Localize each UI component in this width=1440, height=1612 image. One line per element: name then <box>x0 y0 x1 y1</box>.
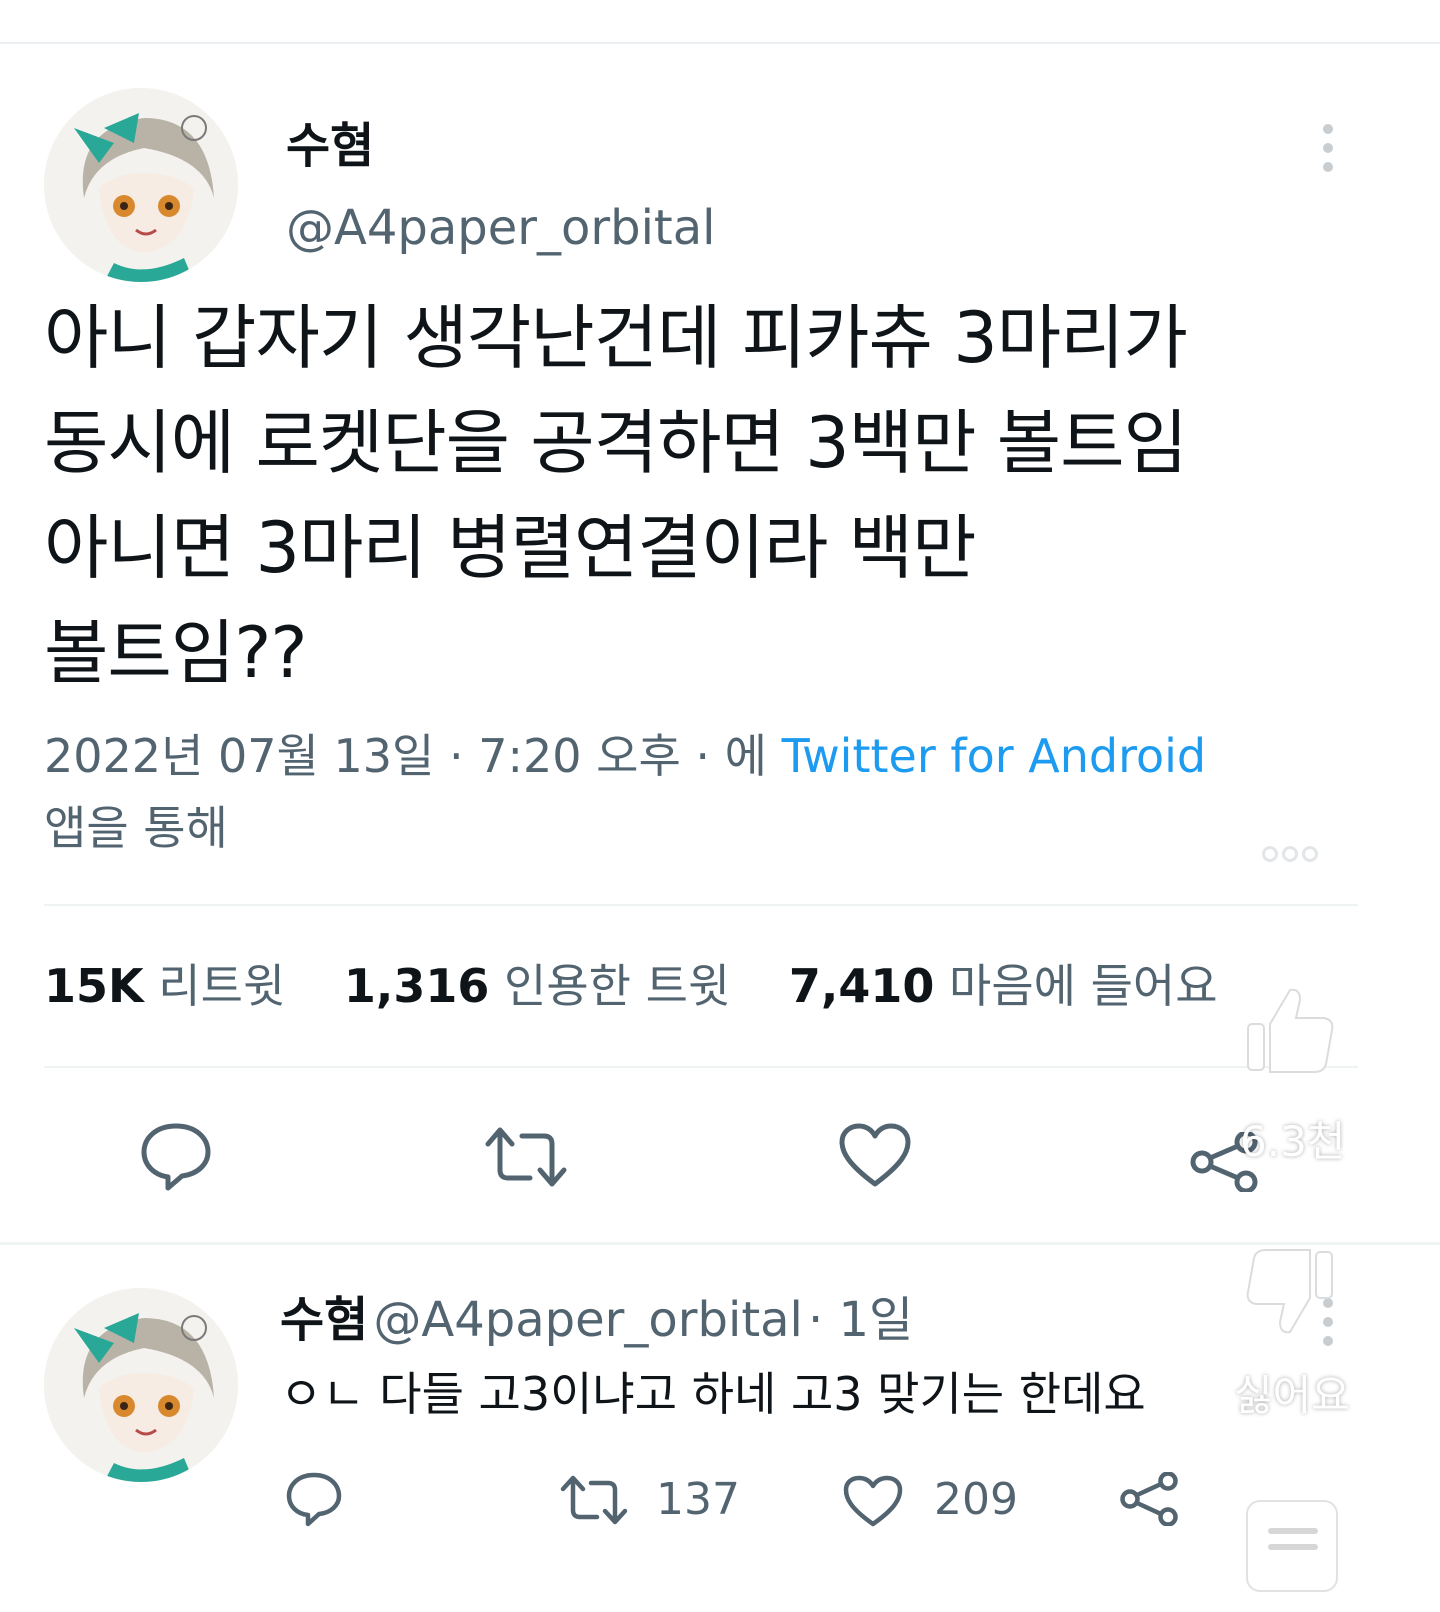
reply-header: 수혐 @A4paper_orbital · 1일 <box>280 1292 913 1348</box>
reply-divider <box>0 1242 1440 1245</box>
user-handle[interactable]: @A4paper_orbital <box>286 200 715 256</box>
tweet-meta: 2022년 07월 13일 · 7:20 오후 · 에 Twitter for … <box>44 720 1344 864</box>
menu-icon <box>1268 1528 1318 1550</box>
reply-time: · 1일 <box>807 1292 914 1348</box>
source-link[interactable]: Twitter for Android <box>782 729 1207 783</box>
stats-divider-bottom <box>44 1066 1358 1068</box>
overlay-menu-button[interactable] <box>1246 1500 1338 1592</box>
retweet-count[interactable]: 15K <box>44 959 144 1013</box>
like-label[interactable]: 마음에 들어요 <box>949 959 1218 1013</box>
timestamp: 2022년 07월 13일 · 7:20 오후 · 에 <box>44 729 767 783</box>
thumbs-up-icon[interactable] <box>1244 984 1336 1076</box>
more-dots-icon <box>1262 846 1322 866</box>
more-options-icon[interactable] <box>1322 124 1334 172</box>
thumbs-down-icon[interactable] <box>1244 1246 1336 1338</box>
reply-retweet-icon[interactable] <box>560 1474 628 1526</box>
retweet-icon[interactable] <box>484 1126 568 1188</box>
retweet-label[interactable]: 리트윗 <box>158 959 285 1013</box>
reply-like-icon[interactable] <box>842 1474 904 1528</box>
stats-divider-top <box>44 904 1358 906</box>
top-divider <box>0 42 1440 44</box>
like-count[interactable]: 7,410 <box>789 959 935 1013</box>
source-suffix: 앱을 통해 <box>44 801 228 855</box>
reply-reply-icon[interactable] <box>284 1470 344 1528</box>
avatar[interactable] <box>44 88 238 282</box>
reply-text: ㅇㄴ 다들 고3이냐고 하네 고3 맞기는 한데요 <box>280 1367 1146 1421</box>
overlay-like-count: 6.3천 <box>1240 1117 1346 1166</box>
avatar-illustration <box>44 1288 238 1482</box>
reply-display-name[interactable]: 수혐 <box>280 1292 368 1348</box>
display-name[interactable]: 수혐 <box>286 118 374 174</box>
tweet-text: 아니 갑자기 생각난건데 피카츄 3마리가 동시에 로켓단을 공격하면 3백만 … <box>44 297 1188 694</box>
like-icon[interactable] <box>838 1122 912 1188</box>
overlay-dislike-label[interactable]: 싫어요 <box>1234 1362 1350 1423</box>
reply-icon[interactable] <box>138 1120 214 1192</box>
reply-avatar[interactable] <box>44 1288 238 1482</box>
reply-share-icon[interactable] <box>1120 1472 1182 1526</box>
reply-retweet-count: 137 <box>656 1474 740 1525</box>
reply-handle[interactable]: @A4paper_orbital <box>373 1292 802 1348</box>
quote-label[interactable]: 인용한 트윗 <box>504 959 730 1013</box>
avatar-illustration <box>44 88 238 282</box>
tweet-stats: 15K 리트윗 1,316 인용한 트윗 7,410 마음에 들어요 <box>44 956 1262 1016</box>
reply-like-count: 209 <box>934 1474 1018 1525</box>
quote-count[interactable]: 1,316 <box>344 959 490 1013</box>
